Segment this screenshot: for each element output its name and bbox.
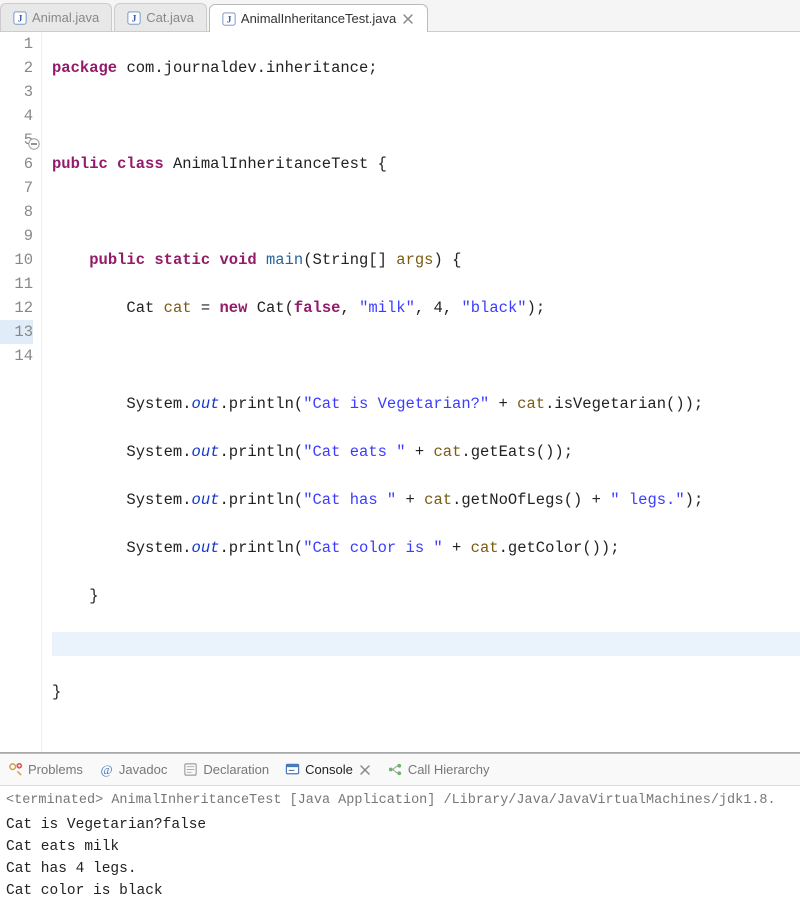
line-number: 7	[0, 176, 33, 200]
line-number: 8	[0, 200, 33, 224]
call-hierarchy-icon	[388, 762, 403, 777]
tab-declaration[interactable]: Declaration	[183, 762, 269, 777]
svg-text:J: J	[227, 14, 232, 25]
console-icon	[285, 762, 300, 777]
line-number: 11	[0, 272, 33, 296]
svg-text:@: @	[100, 762, 112, 777]
editor-tab-label: Animal.java	[32, 10, 99, 25]
tab-label: Console	[305, 762, 353, 777]
svg-text:J: J	[132, 13, 137, 24]
tab-console[interactable]: Console	[285, 762, 372, 777]
line-number: 13	[0, 320, 33, 344]
editor-tab-label: AnimalInheritanceTest.java	[241, 11, 396, 26]
console-line: Cat is Vegetarian?false	[6, 814, 794, 836]
tab-label: Problems	[28, 762, 83, 777]
console-line: Cat eats milk	[6, 836, 794, 858]
tab-problems[interactable]: Problems	[8, 762, 83, 777]
line-number: 5	[0, 128, 33, 152]
close-icon[interactable]	[358, 763, 372, 777]
line-number: 14	[0, 344, 33, 368]
console-output[interactable]: <terminated> AnimalInheritanceTest [Java…	[0, 786, 800, 906]
editor-area: J Animal.java J Cat.java J AnimalInherit…	[0, 0, 800, 753]
svg-text:J: J	[18, 13, 23, 24]
close-icon[interactable]	[401, 12, 415, 26]
line-number: 6	[0, 152, 33, 176]
code-editor[interactable]: 1 2 3 4 5 6 7 8 9 10 11 12 13 14 package…	[0, 32, 800, 752]
bottom-panel: Problems @ Javadoc Declaration Console	[0, 753, 800, 906]
line-number: 2	[0, 56, 33, 80]
tab-label: Call Hierarchy	[408, 762, 490, 777]
editor-tab-test[interactable]: J AnimalInheritanceTest.java	[209, 4, 428, 32]
editor-tab-cat[interactable]: J Cat.java	[114, 3, 207, 31]
line-number: 9	[0, 224, 33, 248]
java-file-icon: J	[13, 11, 27, 25]
tab-call-hierarchy[interactable]: Call Hierarchy	[388, 762, 490, 777]
line-number: 12	[0, 296, 33, 320]
tab-label: Javadoc	[119, 762, 167, 777]
line-number: 3	[0, 80, 33, 104]
console-line: Cat color is black	[6, 880, 794, 902]
line-number-gutter: 1 2 3 4 5 6 7 8 9 10 11 12 13 14	[0, 32, 42, 752]
line-number: 10	[0, 248, 33, 272]
bottom-tab-bar: Problems @ Javadoc Declaration Console	[0, 754, 800, 786]
editor-tab-label: Cat.java	[146, 10, 194, 25]
tab-label: Declaration	[203, 762, 269, 777]
declaration-icon	[183, 762, 198, 777]
editor-tab-animal[interactable]: J Animal.java	[0, 3, 112, 31]
problems-icon	[8, 762, 23, 777]
editor-tab-bar: J Animal.java J Cat.java J AnimalInherit…	[0, 0, 800, 32]
line-number: 4	[0, 104, 33, 128]
console-line: Cat has 4 legs.	[6, 858, 794, 880]
code-content[interactable]: package com.journaldev.inheritance; publ…	[42, 32, 800, 752]
javadoc-icon: @	[99, 762, 114, 777]
java-file-icon: J	[127, 11, 141, 25]
line-number: 1	[0, 32, 33, 56]
tab-javadoc[interactable]: @ Javadoc	[99, 762, 167, 777]
java-file-icon: J	[222, 12, 236, 26]
console-process-header: <terminated> AnimalInheritanceTest [Java…	[6, 790, 794, 812]
fold-minus-icon[interactable]	[28, 134, 40, 146]
